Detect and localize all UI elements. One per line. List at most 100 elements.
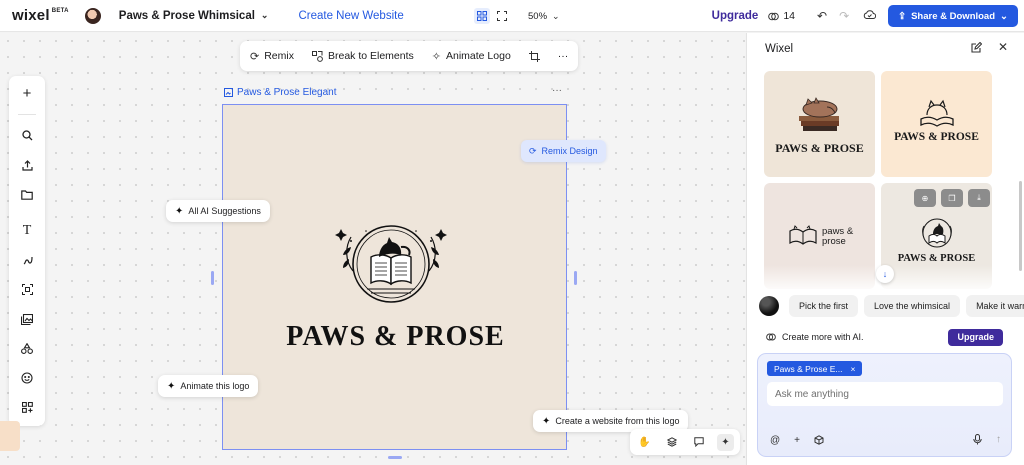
remix-design-chip[interactable]: ⟳ Remix Design [521,140,606,162]
resize-handle-bottom[interactable] [388,456,402,459]
thumb-3-wordmark: paws & prose [822,227,853,247]
user-avatar[interactable] [84,7,101,24]
create-new-website-link[interactable]: Create New Website [298,10,403,22]
share-icon: ⇪ [898,10,907,22]
thumb-1-wordmark: PAWS & PROSE [775,141,864,155]
chat-composer: Paws & Prose E... × @ + ↑ [757,353,1012,457]
qr-code-icon[interactable] [15,279,39,301]
design-canvas[interactable]: ⟳ Remix Break to Elements ✧ Animate Logo… [0,33,745,465]
shapes-icon[interactable] [15,338,39,360]
all-suggestions-label: All AI Suggestions [188,206,261,216]
upload-icon[interactable] [15,154,39,176]
top-bar: wixel BETA Paws & Prose Whimsical ⌄ Crea… [0,0,1024,32]
assistant-avatar [759,296,779,316]
text-icon[interactable]: T [15,220,39,242]
chevron-down-icon: ⌄ [1000,10,1008,22]
suggestion-row: Pick the first Love the whimsical Make i… [759,295,1024,317]
comment-icon[interactable] [690,434,707,451]
redo-icon[interactable]: ↷ [839,9,849,23]
new-chat-icon[interactable] [971,41,983,56]
remix-icon: ⟳ [529,145,537,156]
animate-logo-button[interactable]: ✧ Animate Logo [432,50,511,63]
open-book-icon [789,225,817,245]
close-icon[interactable]: × [851,364,856,374]
cube-icon[interactable] [814,435,824,448]
break-label: Break to Elements [327,50,414,62]
context-chip[interactable]: Paws & Prose E... × [767,361,863,376]
context-chip-label: Paws & Prose E... [774,363,843,374]
add-icon[interactable]: + [15,82,39,104]
brand-logo[interactable]: wixel BETA [12,7,69,24]
zoom-level: 50% [528,10,548,22]
resize-handle-right[interactable] [574,271,577,285]
logo-variation-2[interactable]: PAWS & PROSE [881,71,992,177]
remix-icon: ⟳ [250,50,260,63]
animate-label: Animate Logo [446,50,511,62]
emblem-logo-icon [922,218,952,248]
panel-scrollbar[interactable] [1019,181,1022,271]
logo-wordmark: PAWS & PROSE [286,321,505,352]
ai-sparkle-icon[interactable]: ✦ [717,433,734,451]
image-icon[interactable] [15,308,39,330]
apps-icon[interactable] [15,396,39,418]
artboard-label[interactable]: Paws & Prose Elegant [224,87,337,98]
bottom-toolbar: ✋ ✦ [630,429,740,455]
download-icon[interactable]: ⤓ [968,189,990,207]
microphone-icon[interactable] [973,434,982,448]
grid-view-icon[interactable] [474,8,490,24]
paws-prose-logo [335,225,447,303]
fit-screen-icon[interactable] [494,8,510,24]
emoji-icon[interactable] [15,367,39,389]
animate-logo-label: Animate this logo [180,381,250,391]
animate-this-logo-chip[interactable]: ✦ Animate this logo [158,375,259,397]
remix-label: Remix [264,50,294,62]
wixel-ai-panel: Wixel ✕ PAWS & PROSE PAWS & PROSE paws &… [746,33,1024,465]
break-to-elements-button[interactable]: Break to Elements [311,50,414,62]
logo-variation-1[interactable]: PAWS & PROSE [764,71,875,177]
sparkle-icon: ✦ [542,415,551,427]
draw-icon[interactable] [15,249,39,271]
close-icon[interactable]: ✕ [998,41,1008,56]
zoom-dropdown[interactable]: 50% ⌄ [528,11,560,22]
thumb-2-wordmark: PAWS & PROSE [894,131,979,143]
artboard-name: Paws & Prose Elegant [237,87,337,98]
send-icon[interactable]: ↑ [996,434,1001,448]
upgrade-link[interactable]: Upgrade [712,10,759,22]
selected-artboard[interactable]: PAWS & PROSE [222,104,567,450]
scroll-down-button[interactable]: ↓ [876,265,894,283]
create-website-label: Create a website from this logo [555,416,680,426]
ask-input[interactable] [767,382,1003,406]
share-download-button[interactable]: ⇪ Share & Download ⌄ [888,5,1018,27]
zoom-in-icon[interactable]: ⊕ [914,189,936,207]
crop-button[interactable] [528,50,540,62]
animate-icon: ✧ [431,50,441,63]
composer-tools: @ + [770,435,824,448]
project-name-dropdown[interactable]: Paws & Prose Whimsical ⌄ [119,10,269,22]
add-icon[interactable]: + [794,435,800,448]
suggestion-make-warmer[interactable]: Make it warmer [966,295,1024,317]
thumb-3-line2: prose [822,236,846,247]
all-ai-suggestions-chip[interactable]: ✦ All AI Suggestions [166,200,270,222]
left-tool-rail: + T [9,76,45,426]
suggestion-love-whimsical[interactable]: Love the whimsical [864,295,961,317]
remix-button[interactable]: ⟳ Remix [250,50,294,63]
mention-icon[interactable]: @ [770,435,780,448]
layers-icon[interactable] [663,434,680,451]
remix-design-label: Remix Design [541,146,598,156]
folder-icon[interactable] [15,183,39,205]
cat-on-book-icon [920,99,954,127]
credits-counter[interactable]: 14 [768,10,795,22]
undo-icon[interactable]: ↶ [817,9,827,23]
copy-icon[interactable]: ❐ [941,189,963,207]
create-more-banner: Create more with AI. Upgrade [757,322,1012,352]
resize-handle-left[interactable] [211,271,214,285]
search-icon[interactable] [15,124,39,146]
more-options-button[interactable]: ··· [558,50,569,62]
suggestion-pick-first[interactable]: Pick the first [789,295,859,317]
elements-icon [311,50,323,62]
cloud-save-icon[interactable] [863,9,877,23]
artboard-more-button[interactable]: ··· [552,85,562,96]
upgrade-button[interactable]: Upgrade [948,328,1003,346]
hand-tool-icon[interactable]: ✋ [636,434,653,451]
brand-name: wixel [12,7,50,24]
